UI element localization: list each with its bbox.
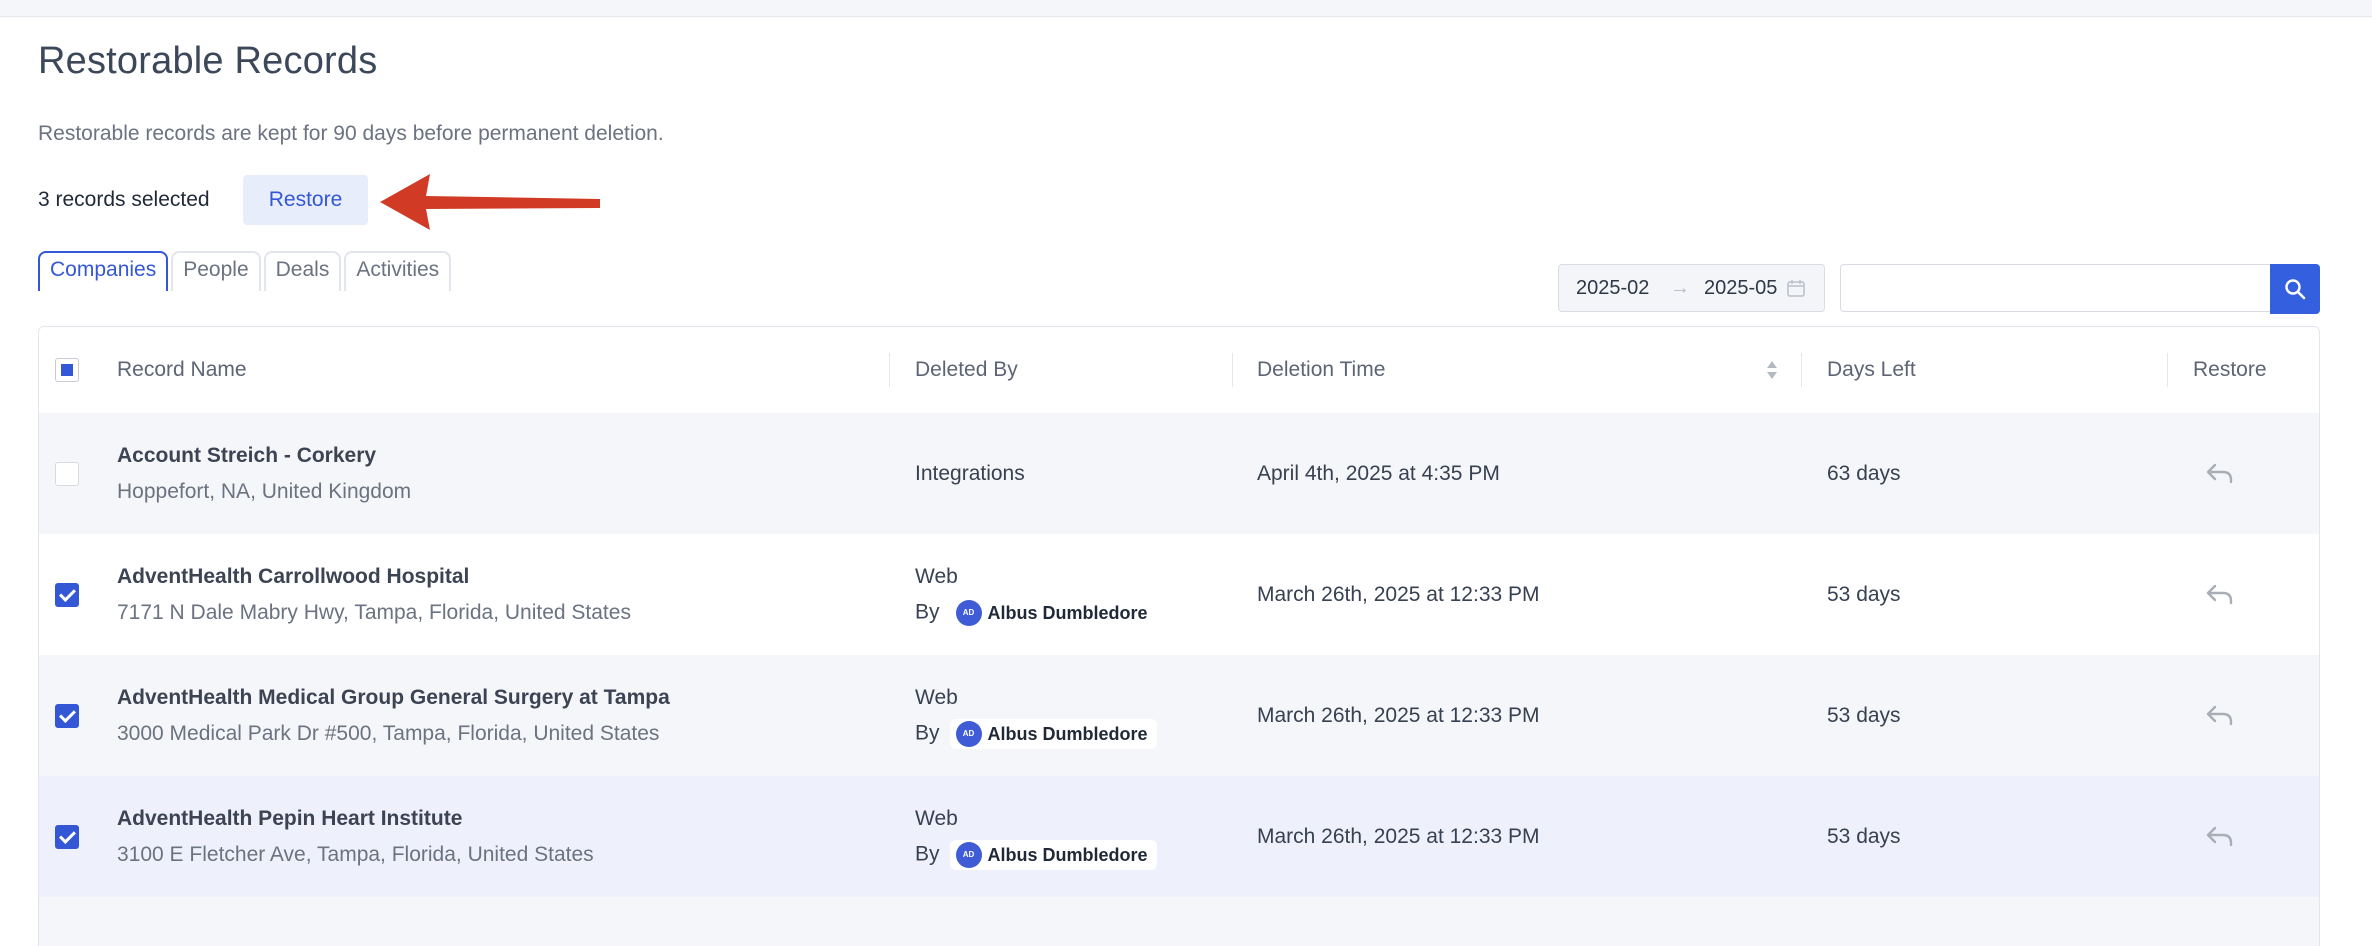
row-checkbox[interactable] [55,704,79,728]
record-name[interactable]: Account Streich - Corkery [117,444,376,468]
header-record-name: Record Name [117,358,247,381]
red-arrow-annotation [380,174,600,230]
top-bar [0,0,2372,17]
tab-deals[interactable]: Deals [263,251,342,291]
date-range-picker[interactable]: 2025-02 → 2025-05 [1558,264,1825,312]
days-left: 53 days [1827,704,1901,727]
user-chip[interactable]: AD Albus Dumbledore [949,598,1157,628]
avatar: AD [955,600,982,626]
deleted-by-user: By AD Albus Dumbledore [915,719,1157,749]
user-name: Albus Dumbledore [987,844,1148,865]
tab-activities[interactable]: Activities [344,251,452,291]
deleted-by-source: Web [915,686,958,709]
user-chip[interactable]: AD Albus Dumbledore [949,719,1157,749]
undo-arrow-icon[interactable] [2205,582,2235,606]
table-row[interactable]: AdventHealth Pepin Heart Institute 3100 … [39,776,2319,897]
page-title: Restorable Records [38,40,378,82]
date-separator: → [1670,276,1690,299]
avatar: AD [955,842,982,868]
deleted-by-source: Web [915,807,958,830]
user-name: Albus Dumbledore [987,602,1148,623]
by-prefix: By [915,842,940,866]
table-row[interactable]: AdventHealth Carrollwood Hospital 7171 N… [39,534,2319,655]
calendar-icon [1787,280,1805,297]
deletion-time: March 26th, 2025 at 12:33 PM [1257,825,1540,848]
days-left: 63 days [1827,462,1901,485]
user-chip[interactable]: AD Albus Dumbledore [949,840,1157,870]
record-name[interactable]: AdventHealth Medical Group General Surge… [117,686,670,710]
record-address: Hoppefort, NA, United Kingdom [117,480,412,503]
days-left: 53 days [1827,825,1901,848]
by-prefix: By [915,721,940,745]
days-left: 53 days [1827,583,1901,606]
column-divider [889,353,890,387]
table-row[interactable]: Account Streich - Corkery Hoppefort, NA,… [39,413,2319,534]
deleted-by-user: By AD Albus Dumbledore [915,598,1157,628]
table-row[interactable]: AdventHealth Medical Group General Surge… [39,655,2319,776]
header-deleted-by: Deleted By [915,358,1018,381]
select-all-checkbox[interactable] [55,358,79,382]
selected-count-label: 3 records selected [38,188,210,211]
record-name[interactable]: AdventHealth Pepin Heart Institute [117,807,462,831]
sort-icon[interactable] [1765,359,1779,381]
record-address: 3000 Medical Park Dr #500, Tampa, Florid… [117,722,660,745]
undo-arrow-icon[interactable] [2205,824,2235,848]
deletion-time: March 26th, 2025 at 12:33 PM [1257,583,1540,606]
record-address: 3100 E Fletcher Ave, Tampa, Florida, Uni… [117,843,594,866]
table-header: Record Name Deleted By Deletion Time Day… [39,327,2319,413]
record-address: 7171 N Dale Mabry Hwy, Tampa, Florida, U… [117,601,631,624]
column-divider [1232,353,1233,387]
tab-companies[interactable]: Companies [38,251,169,291]
search-button[interactable] [2270,264,2320,314]
header-restore: Restore [2193,358,2267,381]
table-row[interactable] [39,897,2319,946]
undo-arrow-icon[interactable] [2205,461,2235,485]
by-prefix: By [915,600,940,624]
row-checkbox[interactable] [55,825,79,849]
search-input[interactable] [1840,264,2270,312]
deletion-time: March 26th, 2025 at 12:33 PM [1257,704,1540,727]
header-deletion-time[interactable]: Deletion Time [1257,327,1385,413]
deleted-by-user: By AD Albus Dumbledore [915,840,1157,870]
records-table: Record Name Deleted By Deletion Time Day… [38,326,2320,946]
header-days-left: Days Left [1827,358,1916,381]
page-subtitle: Restorable records are kept for 90 days … [38,122,664,145]
search-icon [2285,279,2306,300]
undo-arrow-icon[interactable] [2205,703,2235,727]
date-start[interactable]: 2025-02 [1576,277,1656,300]
record-type-tabs: Companies People Deals Activities [38,251,454,291]
row-checkbox[interactable] [55,583,79,607]
tab-people[interactable]: People [171,251,261,291]
deleted-by-source: Web [915,565,958,588]
deletion-time: April 4th, 2025 at 4:35 PM [1257,462,1500,485]
deleted-by-source: Integrations [915,462,1025,485]
column-divider [1801,353,1802,387]
restore-selected-button[interactable]: Restore [243,175,368,225]
row-checkbox[interactable] [55,462,79,486]
user-name: Albus Dumbledore [987,723,1148,744]
record-name[interactable]: AdventHealth Carrollwood Hospital [117,565,469,589]
date-end[interactable]: 2025-05 [1704,277,1780,300]
avatar: AD [955,721,982,747]
column-divider [2167,353,2168,387]
